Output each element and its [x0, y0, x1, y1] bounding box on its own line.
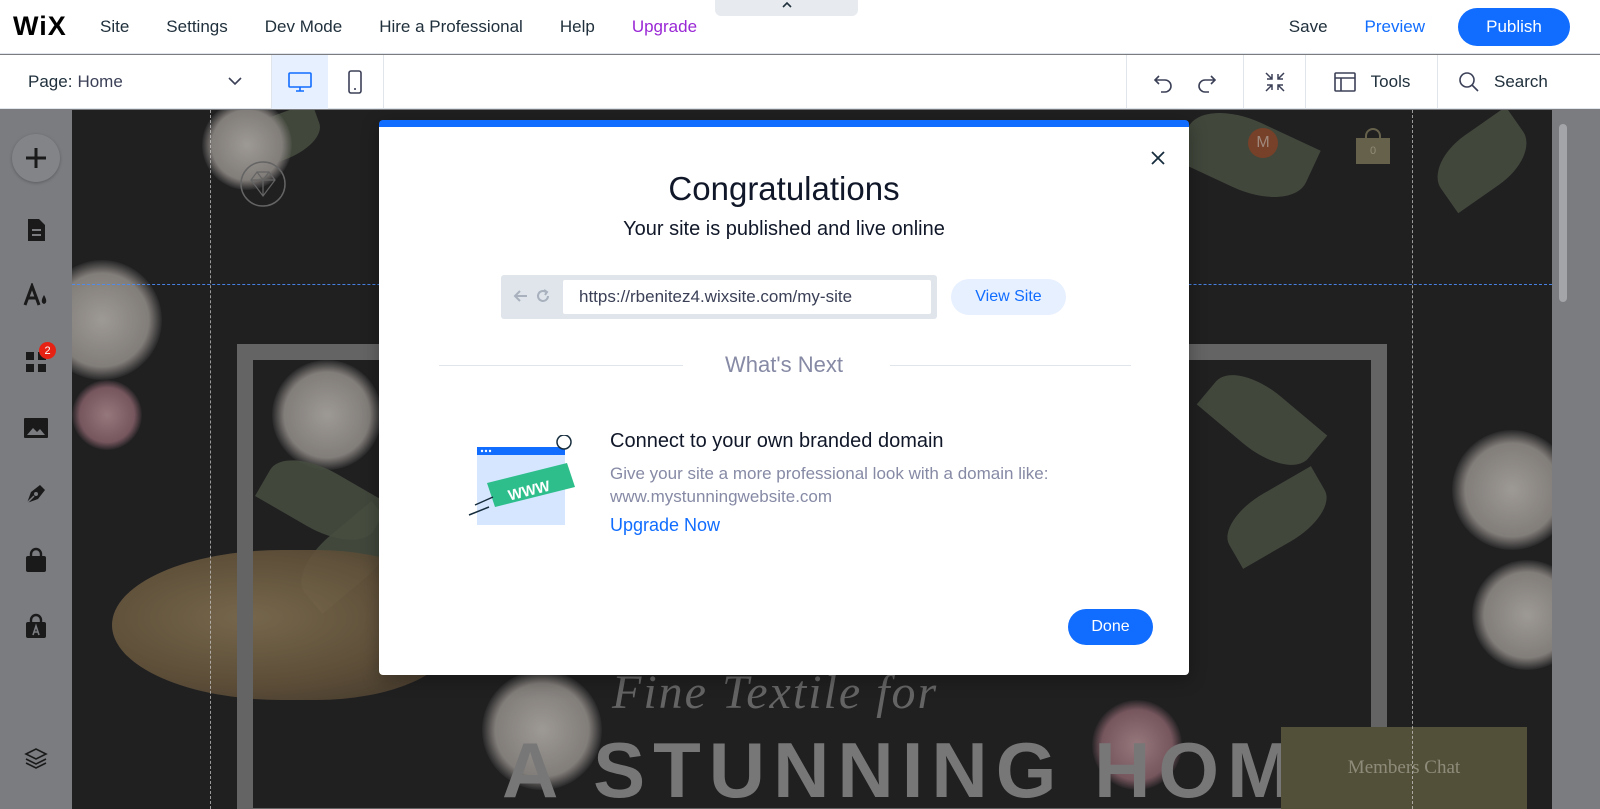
blog-icon	[26, 485, 45, 504]
publish-button[interactable]: Publish	[1458, 8, 1570, 46]
device-switcher	[272, 55, 384, 109]
left-sidebar: 2	[0, 110, 72, 809]
domain-promo-description: Give your site a more professional look …	[610, 464, 1049, 506]
undo-button[interactable]	[1151, 70, 1175, 94]
top-actions: Save Preview Publish	[1289, 0, 1600, 54]
menu-upgrade[interactable]: Upgrade	[632, 17, 697, 37]
search-button[interactable]: Search	[1437, 55, 1600, 109]
apps-notification-badge: 2	[39, 342, 56, 359]
page-selector-label: Page:	[28, 72, 73, 91]
desktop-icon	[287, 72, 312, 92]
scrollbar-thumb[interactable]	[1559, 124, 1567, 302]
menu-settings[interactable]: Settings	[166, 17, 227, 37]
store-icon	[26, 547, 46, 572]
tools-button[interactable]: Tools	[1305, 55, 1437, 109]
add-elements-button[interactable]	[12, 134, 60, 182]
canvas-scrollbar	[1552, 110, 1600, 809]
top-nav: Site Settings Dev Mode Hire a Profession…	[100, 17, 734, 37]
dialog-title: Congratulations	[668, 170, 900, 207]
editor-toolbar: Page: Home Tools Search	[0, 55, 1600, 109]
mobile-view-button[interactable]	[328, 55, 384, 109]
upgrade-now-link[interactable]: Upgrade Now	[610, 515, 720, 536]
theme-manager-button[interactable]	[12, 272, 60, 320]
view-site-button[interactable]: View Site	[951, 279, 1066, 315]
zoom-out-button[interactable]	[1243, 55, 1305, 109]
done-button[interactable]: Done	[1068, 609, 1153, 645]
tools-icon	[1333, 72, 1356, 92]
add-icon	[26, 148, 46, 168]
zoom-out-icon	[1264, 72, 1285, 92]
media-icon	[24, 418, 48, 438]
save-button[interactable]: Save	[1289, 17, 1328, 37]
site-url-field[interactable]: https://rbenitez4.wixsite.com/my-site	[563, 280, 931, 314]
history-controls	[1126, 55, 1243, 109]
app-market-button[interactable]: 2	[12, 338, 60, 386]
page-selector[interactable]: Page: Home	[0, 55, 272, 109]
blog-button[interactable]	[12, 470, 60, 518]
site-url-bar: https://rbenitez4.wixsite.com/my-site	[501, 275, 937, 319]
mobile-icon	[348, 70, 363, 94]
undo-icon	[1153, 75, 1172, 93]
dialog-subtitle: Your site is published and live online	[623, 218, 945, 240]
layout-guide-left	[210, 110, 211, 809]
desktop-view-button[interactable]	[272, 55, 328, 109]
browser-nav	[513, 288, 551, 304]
whats-next-heading: What's Next	[725, 352, 843, 377]
pages-menu-button[interactable]	[12, 206, 60, 254]
theme-icon	[23, 283, 47, 306]
bookings-icon	[26, 613, 46, 638]
close-icon	[1151, 151, 1165, 165]
redo-button[interactable]	[1195, 70, 1219, 94]
search-label: Search	[1494, 72, 1548, 91]
tools-label: Tools	[1370, 72, 1411, 91]
collapse-toolbar-tab[interactable]	[715, 0, 858, 16]
publish-success-dialog: Congratulations Your site is published a…	[379, 120, 1189, 675]
media-button[interactable]	[12, 404, 60, 452]
back-arrow-icon	[513, 290, 527, 302]
menu-dev-mode[interactable]: Dev Mode	[265, 17, 342, 37]
search-icon	[1459, 72, 1479, 92]
redo-icon	[1198, 75, 1217, 93]
menu-site[interactable]: Site	[100, 17, 129, 37]
layers-button[interactable]	[12, 734, 60, 782]
pages-icon	[28, 219, 45, 241]
preview-button[interactable]: Preview	[1365, 17, 1425, 37]
chevron-up-icon	[781, 1, 792, 8]
menu-help[interactable]: Help	[560, 17, 595, 37]
page-selector-value: Home	[77, 72, 123, 91]
top-bar: WiX Site Settings Dev Mode Hire a Profes…	[0, 0, 1600, 54]
layout-guide-right	[1412, 110, 1413, 809]
menu-hire-a-professional[interactable]: Hire a Professional	[379, 17, 523, 37]
domain-www-illustration: WWW	[468, 435, 575, 525]
chevron-down-icon	[228, 77, 242, 86]
close-button[interactable]	[1145, 145, 1171, 171]
domain-promo-title: Connect to your own branded domain	[610, 430, 944, 452]
layers-icon	[24, 748, 48, 769]
wix-logo[interactable]: WiX	[0, 11, 100, 42]
app-store-button[interactable]	[12, 602, 60, 650]
store-button[interactable]	[12, 536, 60, 584]
refresh-icon	[537, 289, 549, 302]
